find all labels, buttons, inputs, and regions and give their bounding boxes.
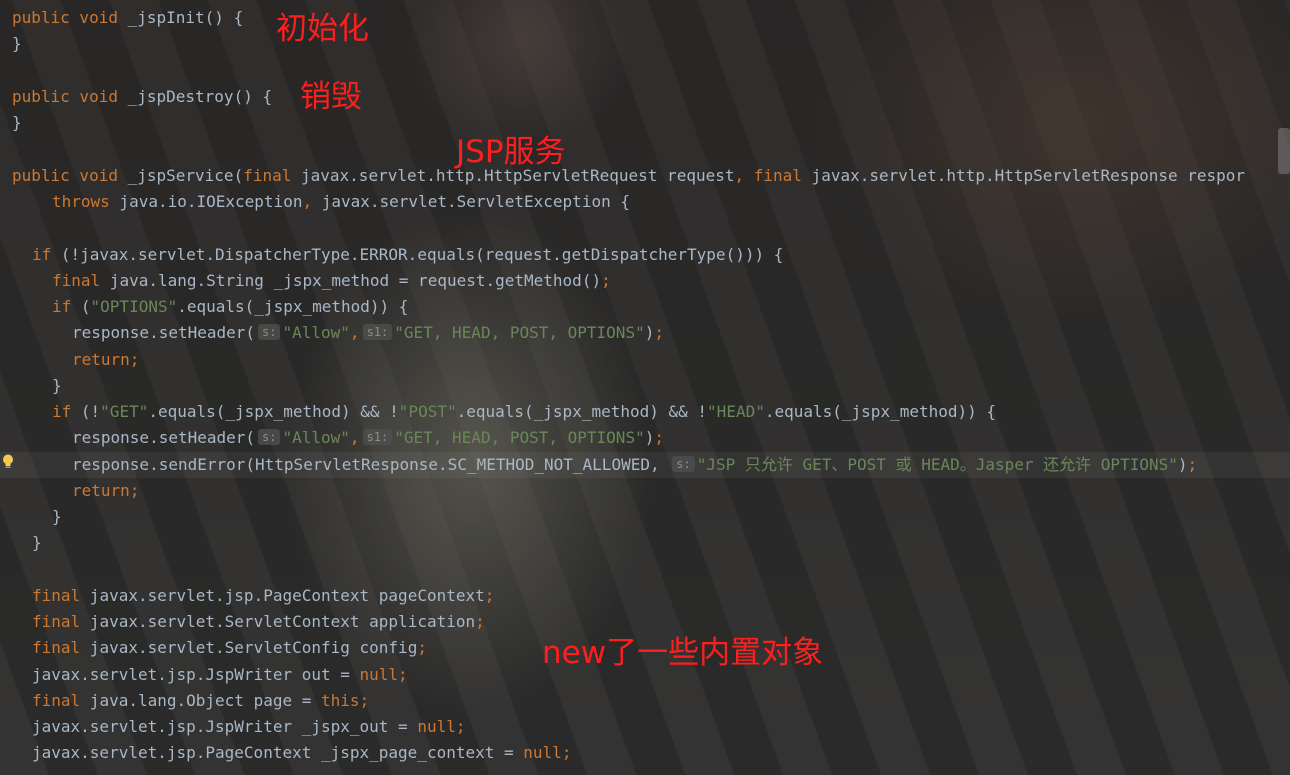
code-line: javax.servlet.jsp.PageContext _jspx_page… <box>32 743 572 762</box>
code-line-throws: throws java.io.IOException, javax.servle… <box>52 192 630 211</box>
code-line: if (!"GET".equals(_jspx_method) && !"POS… <box>52 402 997 421</box>
lightbulb-icon[interactable] <box>2 454 14 470</box>
code-line-jspinit: public void _jspInit() { <box>12 8 244 27</box>
parameter-hint: s1: <box>362 324 393 340</box>
code-line: } <box>12 34 22 53</box>
parameter-hint: s: <box>258 324 281 340</box>
code-line: final javax.servlet.jsp.PageContext page… <box>32 586 495 605</box>
code-line: javax.servlet.jsp.JspWriter out = null; <box>32 665 408 684</box>
parameter-hint: s: <box>258 429 281 445</box>
code-line: if ("OPTIONS".equals(_jspx_method)) { <box>52 297 409 316</box>
code-line: } <box>32 533 42 552</box>
code-line-jspdestroy: public void _jspDestroy() { <box>12 87 273 106</box>
code-line-current: response.sendError(HttpServletResponse.S… <box>72 455 1198 474</box>
code-line: } <box>12 113 22 132</box>
annotation-destroy: 销毁 <box>300 79 362 115</box>
vertical-scrollbar-thumb[interactable] <box>1278 128 1290 174</box>
code-line: javax.servlet.jsp.JspWriter _jspx_out = … <box>32 717 466 736</box>
parameter-hint: s1: <box>362 429 393 445</box>
code-line: final javax.servlet.ServletContext appli… <box>32 612 485 631</box>
code-line: final javax.servlet.ServletConfig config… <box>32 638 427 657</box>
annotation-objects: new了一些内置对象 <box>542 635 824 671</box>
code-line: return; <box>72 350 140 369</box>
code-line: response.setHeader(s: "Allow", s1: "GET, HE… <box>72 323 664 342</box>
code-line: final java.lang.String _jspx_method = re… <box>52 271 611 290</box>
code-line: } <box>52 507 62 526</box>
code-line: final java.lang.Object page = this; <box>32 691 370 710</box>
code-line: return; <box>72 481 140 500</box>
annotation-service: JSP服务 <box>456 134 566 170</box>
code-line: if (!javax.servlet.DispatcherType.ERROR.… <box>32 245 784 264</box>
code-line: response.setHeader(s: "Allow", s1: "GET, HE… <box>72 428 664 447</box>
parameter-hint: s: <box>672 456 695 472</box>
code-line-jspservice: public void _jspService(final javax.serv… <box>12 166 1246 185</box>
code-line: } <box>52 376 62 395</box>
annotation-init: 初始化 <box>276 11 369 47</box>
